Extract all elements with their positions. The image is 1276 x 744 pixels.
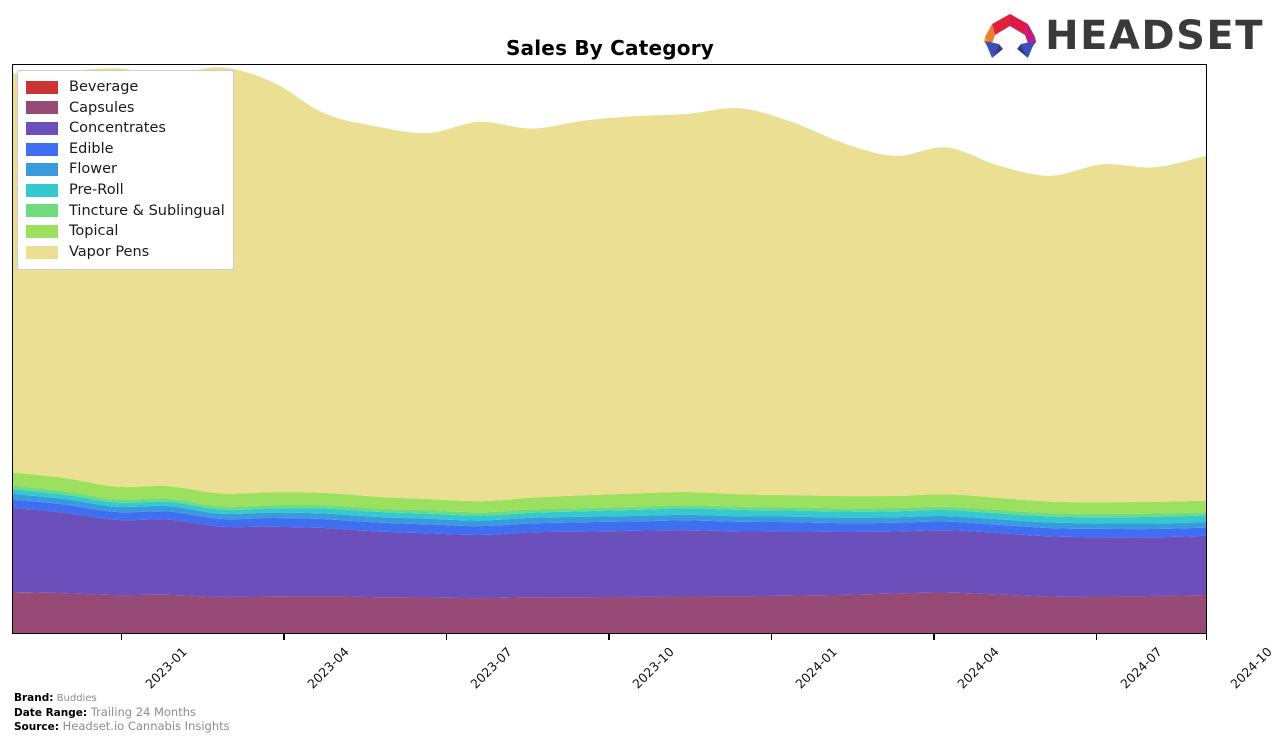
legend-swatch-icon xyxy=(26,101,58,115)
legend-item[interactable]: Concentrates xyxy=(26,118,225,139)
legend-label: Flower xyxy=(69,161,117,178)
footer-row: Source: Headset.io Cannabis Insights xyxy=(14,719,230,735)
chart-plot-area: Beverage Capsules Concentrates Edible Flower… xyxy=(12,64,1207,634)
x-axis-tick-label: 2024-07 xyxy=(1117,644,1165,692)
footer-row: Date Range: Trailing 24 Months xyxy=(14,704,230,721)
legend-swatch-icon xyxy=(26,142,58,156)
legend-item[interactable]: Edible xyxy=(26,139,225,160)
footer-key: Brand: xyxy=(14,692,54,704)
x-axis-tick-label: 2023-04 xyxy=(304,644,353,692)
legend-label: Concentrates xyxy=(69,120,166,137)
legend-swatch-icon xyxy=(26,224,58,238)
x-axis-tick xyxy=(445,634,448,640)
footer-value: Buddies xyxy=(53,693,97,704)
legend-swatch-icon xyxy=(26,204,58,218)
x-axis-tick xyxy=(608,634,610,640)
x-axis-tick-label: 2023-01 xyxy=(142,644,190,692)
legend-label: Topical xyxy=(69,223,119,240)
x-axis-tick-label: 2023-10 xyxy=(629,644,678,692)
legend-swatch-icon xyxy=(26,121,58,135)
headset-hexagon-logo-icon xyxy=(984,14,1037,58)
x-axis-tick xyxy=(1095,634,1098,640)
legend-item[interactable]: Pre-Roll xyxy=(26,180,225,201)
footer-key: Source: xyxy=(14,721,59,733)
legend-label: Vapor Pens xyxy=(69,243,150,260)
chart-legend: Beverage Capsules Concentrates Edible Flower… xyxy=(17,70,234,271)
footer-row: Brand: Buddies xyxy=(14,692,230,706)
legend-label: Beverage xyxy=(69,79,139,96)
x-axis-tick-label: 2024-10 xyxy=(1227,644,1275,692)
footer-value: Trailing 24 Months xyxy=(87,704,197,719)
x-axis-tick xyxy=(770,634,773,640)
x-axis-tick xyxy=(933,634,935,640)
footer-key: Date Range: xyxy=(14,706,88,719)
x-axis-tick xyxy=(1205,634,1208,640)
footer-value: Headset.io Cannabis Insights xyxy=(58,719,230,733)
area-series-capsules xyxy=(13,592,1206,633)
legend-swatch-icon xyxy=(26,163,58,177)
logo-wordmark: HEADSET xyxy=(1045,13,1264,59)
legend-item[interactable]: Tincture & Sublingual xyxy=(26,201,225,222)
legend-item[interactable]: Flower xyxy=(26,159,225,180)
legend-label: Tincture & Sublingual xyxy=(69,202,225,219)
legend-item[interactable]: Vapor Pens xyxy=(26,242,225,263)
legend-label: Pre-Roll xyxy=(69,182,124,199)
x-axis-tick-label: 2024-01 xyxy=(792,644,840,692)
legend-item[interactable]: Capsules xyxy=(26,98,225,119)
legend-label: Capsules xyxy=(69,99,135,116)
legend-swatch-icon xyxy=(26,80,58,94)
headset-logo: HEADSET xyxy=(981,10,1264,62)
x-axis-tick xyxy=(283,634,285,640)
legend-swatch-icon xyxy=(26,183,58,197)
x-axis-tick-label: 2023-07 xyxy=(467,644,515,692)
legend-item[interactable]: Topical xyxy=(26,221,225,242)
footer-notes: Brand: Buddies Date Range: Trailing 24 Mo… xyxy=(14,692,230,735)
legend-swatch-icon xyxy=(26,245,58,259)
legend-label: Edible xyxy=(69,140,114,157)
x-axis-tick-label: 2024-04 xyxy=(954,644,1003,692)
x-axis-tick xyxy=(120,634,123,640)
legend-item[interactable]: Beverage xyxy=(26,77,225,98)
